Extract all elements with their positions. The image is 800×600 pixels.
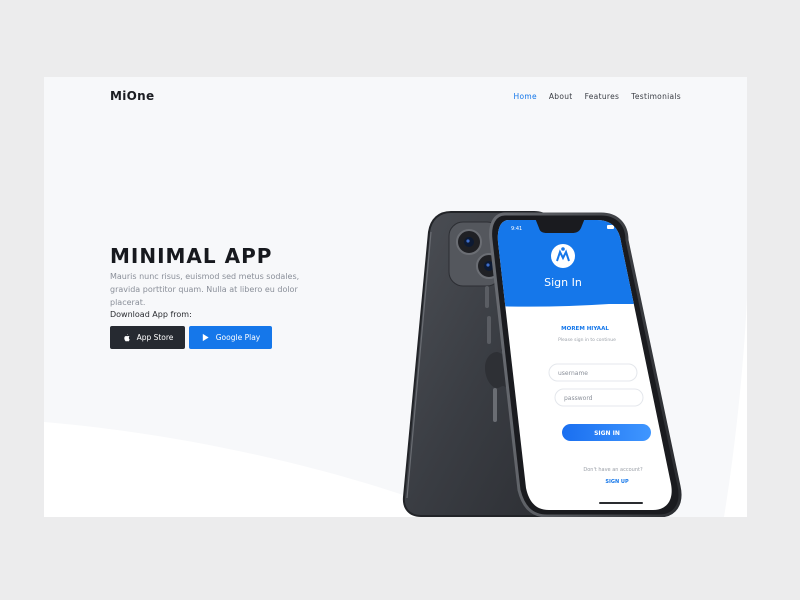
username-placeholder: username (558, 370, 588, 377)
phone-front: 9:41 Sign In MOREM HIYAAL Please sign in… (485, 212, 682, 517)
main-nav: Home About Features Testimonials (514, 92, 681, 101)
profile-name: MOREM HIYAAL (561, 326, 609, 332)
signin-header-bg (497, 220, 672, 307)
google-play-label: Google Play (215, 333, 261, 342)
hero-title: MINIMAL APP (110, 244, 273, 268)
nav-home[interactable]: Home (514, 92, 537, 101)
phone-mockup: 9:41 Sign In MOREM HIYAAL Please sign in… (402, 211, 682, 517)
google-play-button[interactable]: Google Play (189, 326, 272, 349)
signin-button-label: SIGN IN (594, 430, 620, 437)
download-label: Download App from: (110, 310, 192, 319)
apple-icon (123, 334, 130, 342)
nav-features[interactable]: Features (585, 92, 620, 101)
signin-title: Sign In (544, 276, 582, 289)
brand-logo[interactable]: MiOne (110, 89, 154, 103)
screen-notch (535, 220, 585, 233)
nav-testimonials[interactable]: Testimonials (631, 92, 681, 101)
signin-subtitle: Please sign in to continue (558, 337, 616, 343)
app-store-button[interactable]: App Store (110, 326, 185, 349)
play-icon (202, 333, 209, 342)
landing-page: MiOne Home About Features Testimonials M… (44, 77, 747, 517)
status-time: 9:41 (511, 226, 522, 232)
hero-description: Mauris nunc risus, euismod sed metus sod… (110, 272, 300, 307)
no-account-text: Don't have an account? (583, 467, 643, 473)
password-placeholder: password (564, 395, 593, 402)
signup-link: SIGN UP (605, 479, 629, 485)
app-store-label: App Store (136, 333, 174, 342)
home-indicator (599, 502, 643, 504)
nav-about[interactable]: About (549, 92, 573, 101)
